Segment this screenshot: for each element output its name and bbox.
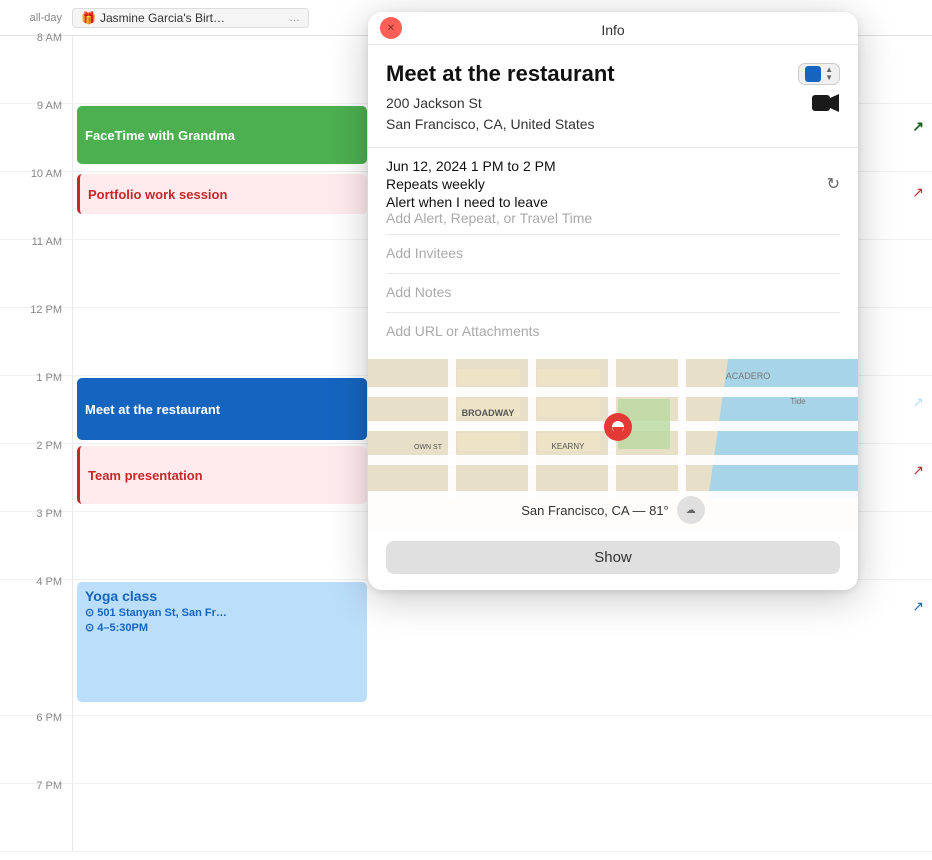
svg-text:BROADWAY: BROADWAY (462, 408, 515, 418)
map-container[interactable]: BROADWAY OWN ST KEARNY ACADERO Tide San … (368, 359, 858, 529)
hour-row-6pm: 6 PM (0, 716, 932, 784)
share-icon-yoga: ↗ (912, 598, 924, 615)
add-notes-label[interactable]: Add Notes (386, 284, 451, 300)
show-button-row: Show (368, 529, 858, 590)
time-label-9am: 9 AM (0, 96, 72, 171)
time-label-10am: 10 AM (0, 164, 72, 239)
event-title: Meet at the restaurant (386, 61, 615, 87)
yoga-event[interactable]: Yoga class ⊙ 501 Stanyan St, San Fr… ⊙ 4… (77, 582, 367, 702)
video-camera-icon[interactable] (812, 93, 840, 119)
svg-text:Tide: Tide (790, 397, 806, 406)
location-text: 200 Jackson St San Francisco, CA, United… (386, 93, 595, 135)
time-content-4pm: Yoga class ⊙ 501 Stanyan St, San Fr… ⊙ 4… (72, 580, 932, 715)
date-time-text: Jun 12, 2024 1 PM to 2 PM (386, 158, 840, 174)
hour-row-4pm: 4 PM Yoga class ⊙ 501 Stanyan St, San Fr… (0, 580, 932, 716)
add-url-label[interactable]: Add URL or Attachments (386, 323, 540, 339)
date-time-section: Jun 12, 2024 1 PM to 2 PM Repeats weekly… (386, 158, 840, 234)
color-swatch (805, 66, 821, 82)
time-label-2pm: 2 PM (0, 436, 72, 511)
time-label-6pm: 6 PM (0, 708, 72, 783)
time-label-12pm: 12 PM (0, 300, 72, 375)
share-icon-facetime: ↗ (912, 118, 924, 135)
share-icon-team: ↗ (912, 462, 924, 479)
time-label-1pm: 1 PM (0, 368, 72, 443)
hour-row-7pm: 7 PM (0, 784, 932, 852)
repeats-text: Repeats weekly (386, 176, 485, 192)
time-label-11am: 11 AM (0, 232, 72, 307)
share-icon-restaurant: ↗ (912, 394, 924, 411)
map-location-label: San Francisco, CA — 81° (521, 503, 669, 518)
svg-text:ACADERO: ACADERO (726, 371, 771, 381)
time-label-3pm: 3 PM (0, 504, 72, 579)
map-svg: BROADWAY OWN ST KEARNY ACADERO Tide (368, 359, 858, 499)
add-alert-text[interactable]: Add Alert, Repeat, or Travel Time (386, 210, 840, 226)
all-day-event[interactable]: 🎁 Jasmine Garcia's Birt… … (72, 8, 309, 28)
add-invitees-label[interactable]: Add Invitees (386, 245, 463, 261)
location-row: 200 Jackson St San Francisco, CA, United… (386, 93, 840, 135)
popup-header: ✕ Info (368, 12, 858, 45)
event-title-row: Meet at the restaurant ▲ ▼ (386, 61, 840, 87)
alert-text: Alert when I need to leave (386, 194, 840, 210)
time-label-8am: 8 AM (0, 28, 72, 103)
facetime-event[interactable]: FaceTime with Grandma (77, 106, 367, 164)
popup-title: Info (601, 22, 624, 38)
share-icon-portfolio: ↗ (912, 184, 924, 201)
all-day-label: all-day (0, 12, 72, 24)
add-notes-section[interactable]: Add Notes (386, 273, 840, 312)
time-label-7pm: 7 PM (0, 776, 72, 851)
divider-1 (368, 147, 858, 148)
time-content-7pm (72, 784, 932, 851)
time-content-6pm (72, 716, 932, 783)
time-label-4pm: 4 PM (0, 572, 72, 715)
picker-arrows: ▲ ▼ (825, 66, 833, 82)
add-invitees-section[interactable]: Add Invitees (386, 234, 840, 273)
repeat-icon: ↻ (827, 174, 840, 194)
popup-body: Meet at the restaurant ▲ ▼ 200 Jackson S… (368, 45, 858, 529)
close-button[interactable]: ✕ (380, 17, 402, 39)
show-button[interactable]: Show (386, 541, 840, 574)
add-url-section[interactable]: Add URL or Attachments (386, 312, 840, 351)
repeat-row: Repeats weekly ↻ (386, 174, 840, 194)
map-label-bar: San Francisco, CA — 81° ☁ (368, 491, 858, 529)
restaurant-event[interactable]: Meet at the restaurant (77, 378, 367, 440)
calendar-color-picker[interactable]: ▲ ▼ (798, 63, 840, 85)
portfolio-event[interactable]: Portfolio work session (77, 174, 367, 214)
svg-text:OWN ST: OWN ST (414, 444, 443, 451)
team-event[interactable]: Team presentation (77, 446, 367, 504)
svg-text:KEARNY: KEARNY (552, 442, 586, 451)
weather-circle: ☁ (677, 496, 705, 524)
gift-icon: 🎁 (81, 11, 96, 25)
info-popup: ✕ Info Meet at the restaurant ▲ ▼ 200 Ja… (368, 12, 858, 590)
